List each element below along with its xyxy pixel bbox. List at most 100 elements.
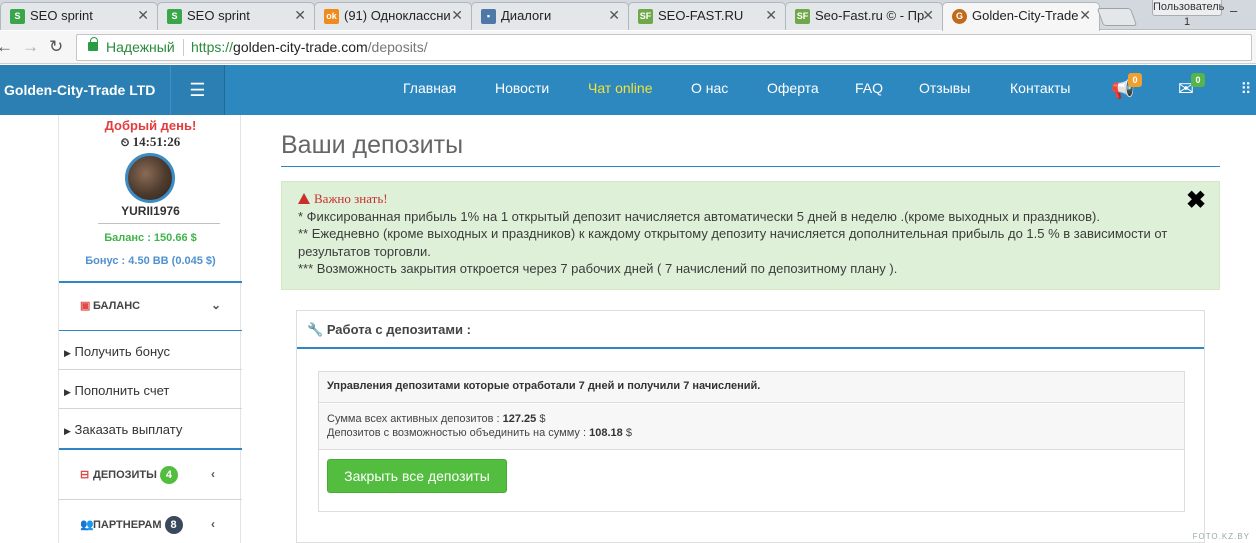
secure-label: Надежный bbox=[106, 39, 175, 55]
seofast-favicon-icon: SF bbox=[638, 9, 653, 24]
alert-heading-text: Важно знать! bbox=[314, 191, 388, 206]
alert-heading: Важно знать! bbox=[298, 190, 1203, 208]
close-tab-icon[interactable]: ✕ bbox=[765, 7, 777, 24]
nav-reviews[interactable]: Отзывы bbox=[919, 80, 970, 96]
bonus-text: Бонус : 4.50 BB (0.045 $) bbox=[85, 255, 216, 267]
browser-tab-5[interactable]: SF SEO-FAST.RU ✕ bbox=[628, 2, 786, 30]
url-host: golden-city-trade.com bbox=[233, 39, 368, 55]
sidebar-section-deposits[interactable]: ⊟ ДЕПОЗИТЫ 4 ‹ bbox=[59, 448, 242, 499]
url-scheme: https:// bbox=[191, 39, 234, 55]
close-tab-icon[interactable]: ✕ bbox=[608, 7, 620, 24]
sidebar-section-partners[interactable]: 👥 ПАРТНЕРАМ 8 ‹ bbox=[59, 499, 242, 543]
nav-offer[interactable]: Оферта bbox=[767, 80, 819, 96]
alert-line-3: *** Возможность закрытия откроется через… bbox=[298, 261, 898, 276]
browser-tab-3[interactable]: ok (91) Одноклассни ✕ bbox=[314, 2, 472, 30]
close-tab-icon[interactable]: ✕ bbox=[294, 7, 306, 24]
sum-line: Сумма всех активных депозитов : 127.25 $ bbox=[327, 412, 1176, 426]
nav-home[interactable]: Главная bbox=[403, 80, 456, 96]
mail-badge: 0 bbox=[1191, 73, 1205, 87]
warning-icon bbox=[298, 193, 310, 204]
close-tab-icon[interactable]: ✕ bbox=[451, 7, 463, 24]
reload-icon[interactable]: ↻ bbox=[49, 37, 63, 57]
odnoklassniki-favicon-icon: ok bbox=[324, 9, 339, 24]
sum-label: Сумма всех активных депозитов : bbox=[327, 413, 500, 425]
chevron-left-icon: ‹ bbox=[211, 467, 215, 481]
deposits-table: Управления депозитами которые отработали… bbox=[318, 371, 1185, 512]
divider bbox=[98, 223, 220, 224]
hamburger-menu-icon[interactable]: ☰ bbox=[170, 65, 225, 115]
balance-text: Баланс : 150.66 $ bbox=[104, 232, 197, 244]
browser-tab-active[interactable]: G Golden-City-Trade ✕ bbox=[942, 2, 1100, 31]
apps-grid-icon[interactable]: ⠿ bbox=[1236, 78, 1256, 102]
sidebar-item-label: Пополнить счет bbox=[74, 383, 170, 398]
currency: $ bbox=[539, 413, 546, 425]
sidebar-item-withdraw[interactable]: ▶ Заказать выплату bbox=[59, 408, 242, 448]
address-toolbar: ← → ↻ Надежный https://golden-city-trade… bbox=[0, 31, 1256, 64]
close-tab-icon[interactable]: ✕ bbox=[922, 7, 934, 24]
greeting: Добрый день! bbox=[104, 118, 197, 133]
url-text[interactable]: https://golden-city-trade.com/deposits/ bbox=[191, 39, 428, 55]
tab-title: SEO sprint bbox=[187, 8, 250, 23]
browser-tab-2[interactable]: S SEO sprint ✕ bbox=[157, 2, 315, 30]
divider bbox=[183, 39, 184, 56]
back-arrow-icon[interactable]: ← bbox=[0, 37, 13, 57]
sidebar-item-label: Заказать выплату bbox=[74, 422, 183, 437]
close-tab-icon[interactable]: ✕ bbox=[1079, 7, 1091, 24]
sidebar-item-top-up[interactable]: ▶ Пополнить счет bbox=[59, 369, 242, 408]
merge-line: Депозитов с возможностью объединить на с… bbox=[327, 426, 1176, 440]
deposits-panel: 🔧 Работа с депозитами : Управления депоз… bbox=[296, 310, 1205, 543]
alert-line-1: * Фиксированная прибыль 1% на 1 открытый… bbox=[298, 208, 1100, 224]
profile-button[interactable]: Пользователь 1 bbox=[1152, 0, 1224, 28]
deposit-icon: ⊟ bbox=[80, 469, 90, 481]
caret-right-icon: ▶ bbox=[64, 426, 71, 436]
browser-tab-1[interactable]: S SEO sprint ✕ bbox=[0, 2, 158, 30]
mail-icon[interactable]: ✉ 0 bbox=[1173, 73, 1205, 102]
new-tab-button[interactable] bbox=[1096, 8, 1138, 26]
close-icon[interactable]: ✖ bbox=[1186, 189, 1206, 212]
avatar[interactable] bbox=[125, 153, 175, 203]
sidebar-item-label: Получить бонус bbox=[74, 344, 171, 359]
section-label: ПАРТНЕРАМ bbox=[93, 518, 162, 531]
chevron-left-icon: ‹ bbox=[211, 517, 215, 531]
panel-title: Работа с депозитами : bbox=[326, 322, 471, 337]
sidebar-item-get-bonus[interactable]: ▶ Получить бонус bbox=[59, 330, 242, 369]
user-sidebar: Добрый день! ⏲ 14:51:26 YURII1976 Баланс… bbox=[58, 115, 242, 543]
tab-title: (91) Одноклассни bbox=[344, 8, 451, 23]
tab-title: SEO sprint bbox=[30, 8, 93, 23]
wrench-icon: 🔧 bbox=[307, 322, 324, 337]
seosprint-favicon-icon: S bbox=[10, 9, 25, 24]
url-path: /deposits/ bbox=[367, 39, 428, 55]
forward-arrow-icon[interactable]: → bbox=[22, 37, 39, 57]
info-alert: Важно знать! * Фиксированная прибыль 1% … bbox=[281, 181, 1220, 290]
alert-line-2: ** Ежедневно (кроме выходных и празднико… bbox=[298, 226, 1168, 259]
tab-title: Seo-Fast.ru © - Пр bbox=[815, 8, 925, 23]
username: YURII1976 bbox=[121, 204, 180, 218]
wallet-icon: ▣ bbox=[80, 300, 91, 312]
nav-news[interactable]: Новости bbox=[495, 80, 549, 96]
section-label: БАЛАНС bbox=[93, 300, 141, 312]
omnibox[interactable]: Надежный https://golden-city-trade.com/d… bbox=[76, 34, 1252, 61]
tab-title: Диалоги bbox=[501, 8, 552, 23]
nav-faq[interactable]: FAQ bbox=[855, 80, 883, 96]
nav-about[interactable]: О нас bbox=[691, 80, 728, 96]
megaphone-icon[interactable]: 📢 0 bbox=[1110, 73, 1142, 102]
browser-tab-6[interactable]: SF Seo-Fast.ru © - Пр ✕ bbox=[785, 2, 943, 30]
close-all-deposits-button[interactable]: Закрыть все депозиты bbox=[327, 459, 507, 493]
clock: ⏲ 14:51:26 bbox=[59, 134, 242, 150]
deposits-count-badge: 4 bbox=[159, 466, 178, 484]
sidebar-section-balance[interactable]: ▣ БАЛАНС ⌄ bbox=[59, 281, 242, 330]
site-brand[interactable]: Golden-City-Trade LTD bbox=[0, 65, 170, 115]
tab-title: Golden-City-Trade bbox=[972, 8, 1079, 23]
panel-header: 🔧 Работа с депозитами : bbox=[297, 311, 1204, 349]
close-tab-icon[interactable]: ✕ bbox=[137, 7, 149, 24]
site-header: Golden-City-Trade LTD ☰ Главная Новости … bbox=[0, 65, 1256, 115]
caret-right-icon: ▶ bbox=[64, 387, 71, 397]
clock-time: 14:51:26 bbox=[132, 134, 181, 149]
lock-icon bbox=[88, 37, 98, 51]
table-row-summary: Сумма всех активных депозитов : 127.25 $… bbox=[319, 404, 1184, 450]
minimize-icon[interactable]: – bbox=[1230, 3, 1237, 18]
browser-tab-4[interactable]: ▪ Диалоги ✕ bbox=[471, 2, 629, 30]
nav-contacts[interactable]: Контакты bbox=[1010, 80, 1070, 96]
tab-title: SEO-FAST.RU bbox=[658, 8, 744, 23]
nav-chat[interactable]: Чат online bbox=[588, 80, 652, 96]
